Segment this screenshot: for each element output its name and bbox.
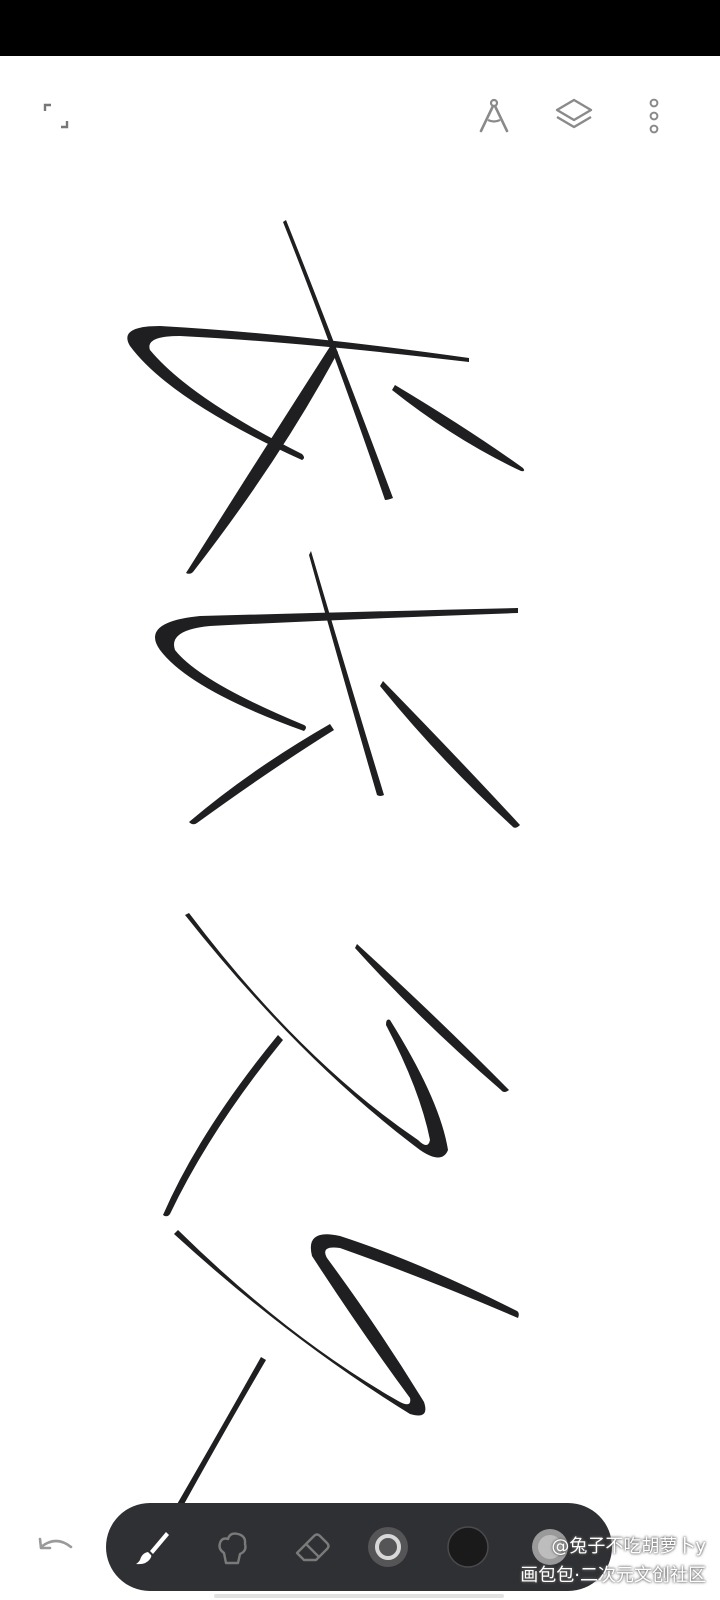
watermark-site: 画包包·二次元文创社区: [520, 1565, 706, 1586]
eraser-icon: [295, 1533, 330, 1562]
brush-stroke: [380, 681, 520, 828]
brush-size-icon: [368, 1527, 408, 1567]
brush-stroke: [392, 385, 525, 472]
undo-button[interactable]: [28, 1518, 84, 1574]
status-bar: [0, 0, 720, 56]
brush-stroke: [189, 724, 334, 825]
brush-stroke: [176, 1357, 266, 1506]
brush-stroke: [185, 913, 448, 1158]
brush-stroke: [174, 1230, 519, 1416]
brush-size-button[interactable]: [356, 1515, 420, 1579]
color-picker-button[interactable]: [436, 1515, 500, 1579]
brush-strokes: [127, 220, 525, 1506]
brush-icon: [136, 1532, 169, 1565]
brush-stroke: [355, 944, 509, 1092]
brush-stroke: [155, 608, 518, 731]
brush-stroke: [127, 326, 470, 460]
eraser-tool-button[interactable]: [280, 1515, 344, 1579]
drawing-canvas[interactable]: [0, 56, 720, 1600]
watermark-author: @兔子不吃胡萝卜y: [551, 1536, 706, 1557]
brush-tool-button[interactable]: [120, 1515, 184, 1579]
brush-stroke: [186, 345, 338, 574]
smudge-icon: [218, 1532, 247, 1565]
home-indicator: [214, 1594, 504, 1598]
smudge-tool-button[interactable]: [200, 1515, 264, 1579]
brush-stroke: [309, 551, 384, 796]
brush-stroke: [163, 1035, 283, 1217]
undo-icon: [38, 1537, 73, 1550]
color-swatch: [447, 1526, 489, 1568]
